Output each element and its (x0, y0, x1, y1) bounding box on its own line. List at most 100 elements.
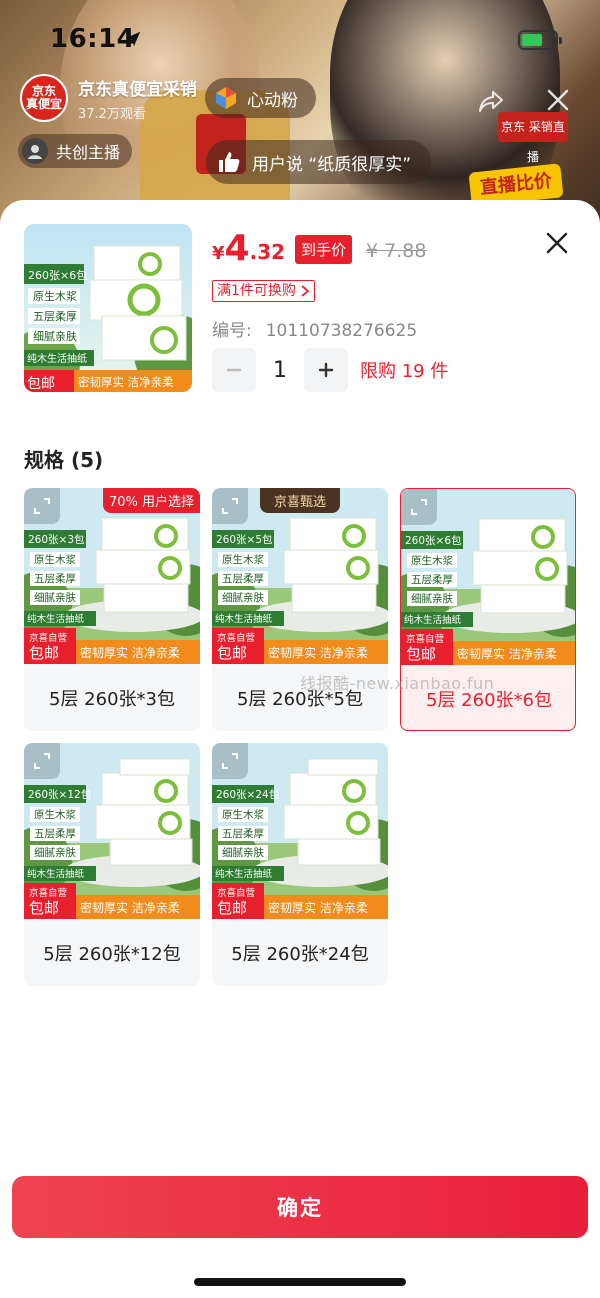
svg-text:五层柔厚: 五层柔厚 (222, 828, 264, 840)
comment-text: 用户说 “纸质很厚实” (252, 154, 412, 175)
curated-banner: 京喜甄选 (259, 488, 341, 513)
svg-text:纯木生活抽纸: 纯木生活抽纸 (27, 352, 87, 365)
sku-pack-text: 260张×5包 (216, 533, 273, 546)
svg-text:密韧厚实 洁净亲柔: 密韧厚实 洁净亲柔 (268, 645, 368, 660)
room-name: 京东真便宜采销 (78, 79, 197, 100)
promo-chip[interactable]: 满1件可换购 (212, 280, 315, 302)
minus-icon (226, 368, 242, 372)
location-arrow-icon (125, 31, 141, 47)
room-avatar[interactable]: 京东 真便宜 (20, 74, 68, 122)
sku-option[interactable]: 260张×5包 原生木浆 五层柔厚 细腻亲肤 纯木生活抽纸 京喜自营 包邮 密韧… (212, 488, 388, 731)
promo-text: 满1件可换购 (217, 283, 296, 299)
svg-text:密韧厚实 洁净亲柔: 密韧厚实 洁净亲柔 (268, 900, 368, 915)
svg-text:五层柔厚: 五层柔厚 (34, 573, 76, 585)
product-thumbnail[interactable]: 260张×6包 原生木浆 五层柔厚 细腻亲肤 纯木生活抽纸 包邮 密韧厚实 洁净… (24, 224, 192, 392)
co-host-icon (22, 138, 48, 164)
svg-text:五层柔厚: 五层柔厚 (34, 828, 76, 840)
follow-label: 心动粉 (247, 90, 298, 111)
expand-image-icon[interactable] (212, 488, 248, 524)
home-indicator (194, 1278, 406, 1286)
sku-pack-text: 260张×12包 (28, 788, 92, 801)
sku-pack-text: 260张×3包 (28, 533, 85, 546)
close-live-icon[interactable] (544, 86, 572, 114)
status-time: 16:14 (50, 24, 136, 54)
svg-text:包邮: 包邮 (27, 376, 55, 392)
svg-text:包邮: 包邮 (406, 645, 436, 663)
watermark-text: 线报酷-new.xianbao.fun (300, 674, 495, 693)
close-icon[interactable] (540, 226, 574, 260)
svg-text:密韧厚实 洁净亲柔: 密韧厚实 洁净亲柔 (457, 646, 557, 661)
expand-image-icon[interactable] (401, 489, 437, 525)
status-bar: 16:14 (0, 0, 600, 80)
price-decimal: .32 (249, 240, 286, 264)
room-viewers: 37.2万观看 (78, 106, 146, 122)
product-id-value: 10110738276625 (265, 321, 418, 341)
live-room-header[interactable]: 京东 真便宜 京东真便宜采销 37.2万观看 (20, 72, 204, 124)
svg-text:纯木生活抽纸: 纯木生活抽纸 (27, 613, 85, 625)
comment-bubble: 用户说 “纸质很厚实” (206, 140, 432, 184)
svg-text:细腻亲肤: 细腻亲肤 (33, 329, 77, 343)
battery-icon (518, 30, 562, 50)
product-id-label: 编号: (212, 321, 252, 341)
svg-text:纯木生活抽纸: 纯木生活抽纸 (215, 868, 273, 880)
svg-text:细腻亲肤: 细腻亲肤 (34, 846, 76, 859)
plus-icon (318, 362, 334, 378)
svg-text:京喜自营: 京喜自营 (29, 887, 67, 899)
svg-text:纯木生活抽纸: 纯木生活抽纸 (215, 613, 273, 625)
decrease-quantity-button[interactable] (212, 348, 256, 392)
svg-text:密韧厚实 洁净亲柔: 密韧厚实 洁净亲柔 (80, 900, 180, 915)
svg-text:包邮: 包邮 (217, 899, 247, 917)
popular-badge: 70% 用户选择 (102, 488, 200, 513)
svg-text:密韧厚实 洁净亲柔: 密韧厚实 洁净亲柔 (80, 645, 180, 660)
sku-selector-sheet: 260张×6包 原生木浆 五层柔厚 细腻亲肤 纯木生活抽纸 包邮 密韧厚实 洁净… (0, 200, 600, 1298)
svg-text:五层柔厚: 五层柔厚 (222, 573, 264, 585)
sku-option-label: 5层 260张*12包 (43, 943, 181, 965)
svg-text:纯木生活抽纸: 纯木生活抽纸 (27, 868, 85, 880)
sku-option[interactable]: 260张×12包 原生木浆 五层柔厚 细腻亲肤 纯木生活抽纸 京喜自营 包邮 密… (24, 743, 200, 986)
expand-image-icon[interactable] (212, 743, 248, 779)
svg-text:密韧厚实 洁净亲柔: 密韧厚实 洁净亲柔 (78, 375, 174, 389)
sku-option[interactable]: 260张×24包 原生木浆 五层柔厚 细腻亲肤 纯木生活抽纸 京喜自营 包邮 密… (212, 743, 388, 986)
sku-option[interactable]: 260张×6包 原生木浆 五层柔厚 细腻亲肤 纯木生活抽纸 京喜自营 包邮 密韧… (400, 488, 576, 731)
quantity-value[interactable]: 1 (256, 358, 304, 383)
product-image: 260张×6包 原生木浆 五层柔厚 细腻亲肤 纯木生活抽纸 包邮 密韧厚实 洁净… (24, 224, 192, 392)
sku-option[interactable]: 260张×3包 原生木浆 五层柔厚 细腻亲肤 纯木生活抽纸 京喜自营 包邮 密韧… (24, 488, 200, 731)
co-host-label: 共创主播 (56, 143, 121, 162)
svg-text:原生木浆: 原生木浆 (222, 808, 264, 821)
sku-pack-text: 260张×6包 (405, 534, 462, 547)
svg-text:京喜自营: 京喜自营 (217, 632, 255, 644)
expand-image-icon[interactable] (24, 743, 60, 779)
sku-pack-text: 260张×24包 (216, 788, 280, 801)
co-host-button[interactable]: 共创主播 (18, 134, 133, 168)
thumbs-up-icon (219, 152, 240, 172)
chevron-right-icon (301, 285, 310, 297)
increase-quantity-button[interactable] (304, 348, 348, 392)
svg-text:细腻亲肤: 细腻亲肤 (411, 592, 453, 605)
follow-button[interactable]: 心动粉 (205, 78, 316, 118)
price-symbol: ¥ (212, 243, 225, 264)
purchase-limit: 限购 19 件 (360, 361, 449, 382)
svg-text:纯木生活抽纸: 纯木生活抽纸 (404, 614, 462, 626)
sku-option-label: 5层 260张*24包 (231, 943, 369, 965)
svg-text:五层柔厚: 五层柔厚 (411, 574, 453, 586)
fan-badge-icon (216, 87, 236, 109)
svg-text:包邮: 包邮 (29, 899, 59, 917)
quantity-stepper: 1 限购 19 件 (212, 348, 448, 392)
price-row: ¥ 4 .32 到手价 ¥ 7.88 (212, 230, 426, 268)
svg-text:京喜自营: 京喜自营 (29, 632, 67, 644)
original-price: ¥ 7.88 (366, 240, 427, 262)
final-price-tag: 到手价 (295, 235, 353, 264)
share-icon[interactable] (476, 86, 506, 116)
svg-text:京喜自营: 京喜自营 (406, 633, 444, 645)
svg-text:细腻亲肤: 细腻亲肤 (222, 846, 264, 859)
spec-title: 规格 (5) (24, 448, 104, 472)
svg-text:京喜自营: 京喜自营 (217, 887, 255, 899)
side-sign: 京东 采销直播 (498, 112, 568, 164)
sku-option-label: 5层 260张*3包 (49, 688, 175, 710)
price-integer: 4 (224, 228, 250, 269)
expand-image-icon[interactable] (24, 488, 60, 524)
svg-text:细腻亲肤: 细腻亲肤 (222, 591, 264, 604)
confirm-button[interactable]: 确定 (12, 1176, 588, 1238)
svg-text:原生木浆: 原生木浆 (411, 554, 453, 567)
svg-text:原生木浆: 原生木浆 (34, 808, 76, 821)
